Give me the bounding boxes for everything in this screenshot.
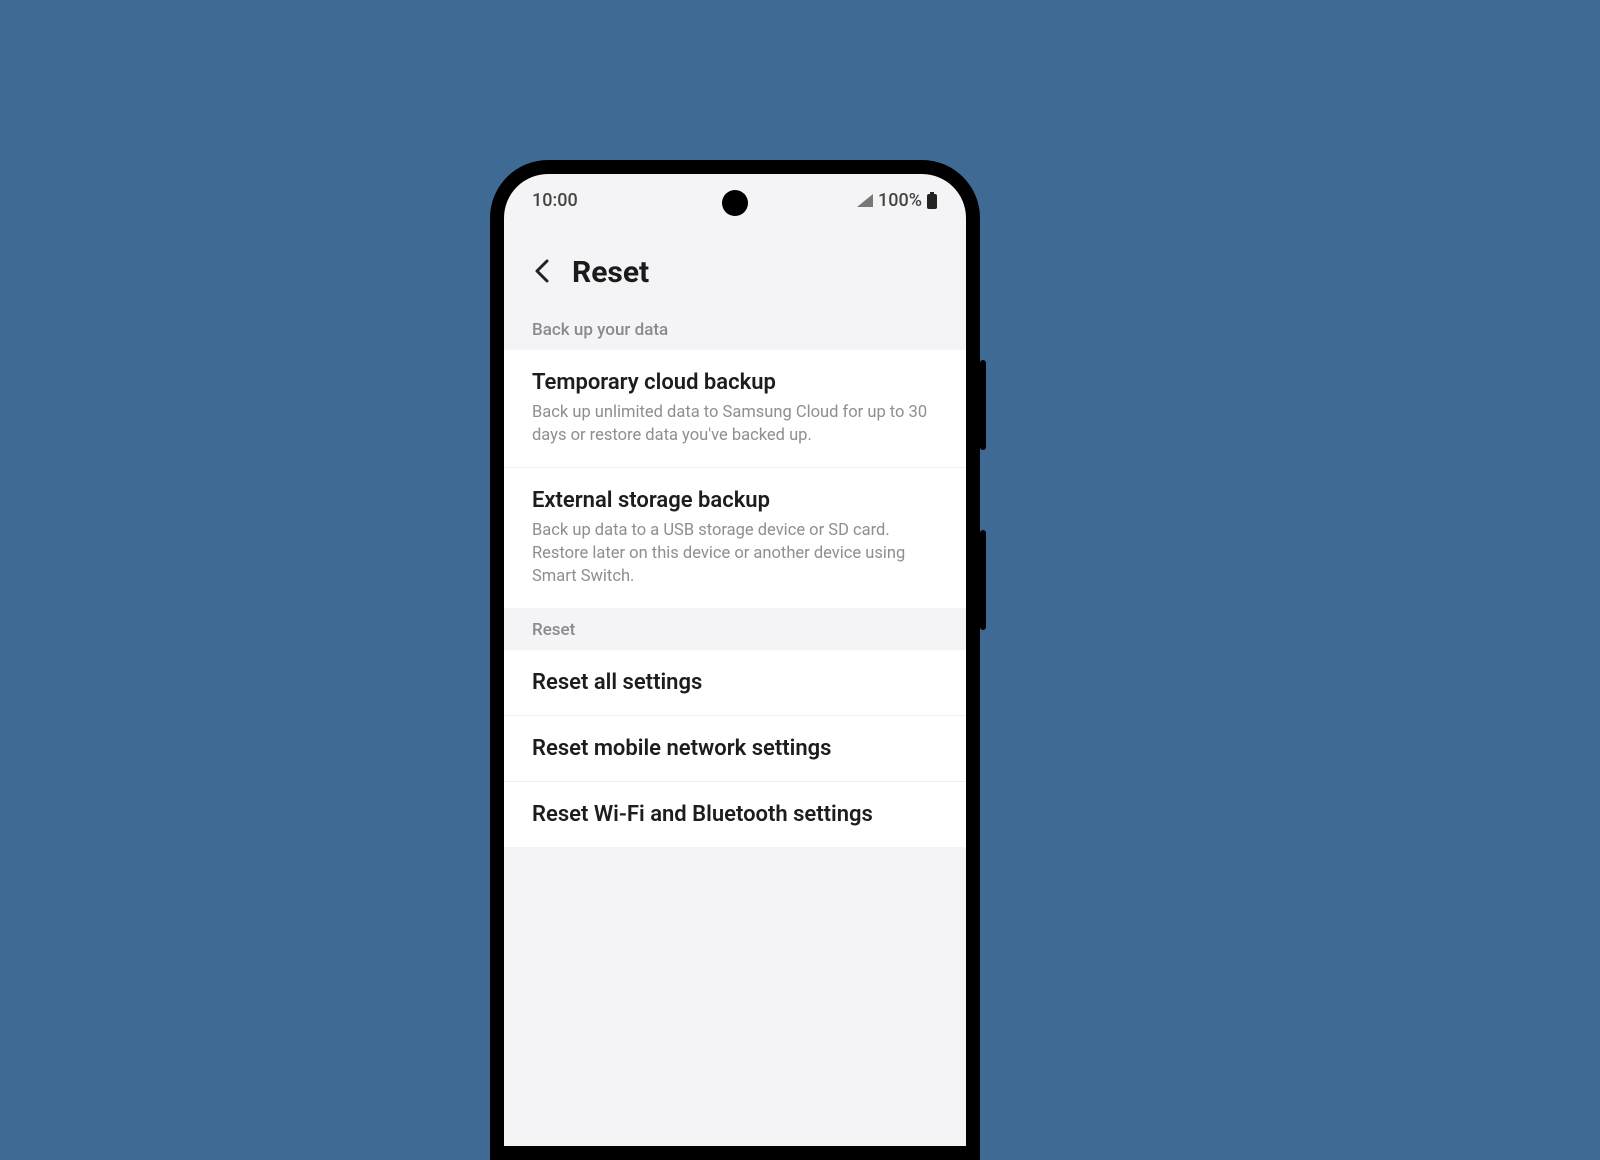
item-reset-mobile-network[interactable]: Reset mobile network settings bbox=[504, 716, 966, 782]
item-external-storage-backup[interactable]: External storage backup Back up data to … bbox=[504, 468, 966, 608]
status-time: 10:00 bbox=[532, 190, 578, 211]
section-label-backup: Back up your data bbox=[504, 308, 966, 350]
item-reset-all-settings[interactable]: Reset all settings bbox=[504, 650, 966, 716]
item-title: Reset mobile network settings bbox=[532, 736, 938, 761]
phone-frame: 10:00 100% Reset Back bbox=[490, 160, 980, 1160]
backup-card: Temporary cloud backup Back up unlimited… bbox=[504, 350, 966, 608]
battery-icon bbox=[926, 192, 938, 210]
page-background: 10:00 100% Reset Back bbox=[0, 0, 1600, 900]
reset-card: Reset all settings Reset mobile network … bbox=[504, 650, 966, 847]
back-button[interactable] bbox=[532, 258, 554, 288]
item-title: Reset Wi-Fi and Bluetooth settings bbox=[532, 802, 938, 827]
volume-button bbox=[980, 360, 986, 450]
item-title: Reset all settings bbox=[532, 670, 938, 695]
header: Reset bbox=[504, 215, 966, 308]
signal-icon bbox=[856, 193, 874, 209]
front-camera bbox=[722, 190, 748, 216]
section-label-reset: Reset bbox=[504, 608, 966, 650]
page-title: Reset bbox=[572, 255, 649, 290]
status-right: 100% bbox=[856, 190, 938, 211]
item-temporary-cloud-backup[interactable]: Temporary cloud backup Back up unlimited… bbox=[504, 350, 966, 468]
battery-percent: 100% bbox=[878, 190, 922, 211]
item-reset-wifi-bluetooth[interactable]: Reset Wi-Fi and Bluetooth settings bbox=[504, 782, 966, 847]
item-subtitle: Back up unlimited data to Samsung Cloud … bbox=[532, 401, 938, 447]
item-title: External storage backup bbox=[532, 488, 938, 513]
power-button bbox=[980, 530, 986, 630]
item-title: Temporary cloud backup bbox=[532, 370, 938, 395]
phone-screen: 10:00 100% Reset Back bbox=[504, 174, 966, 1146]
item-subtitle: Back up data to a USB storage device or … bbox=[532, 519, 938, 588]
